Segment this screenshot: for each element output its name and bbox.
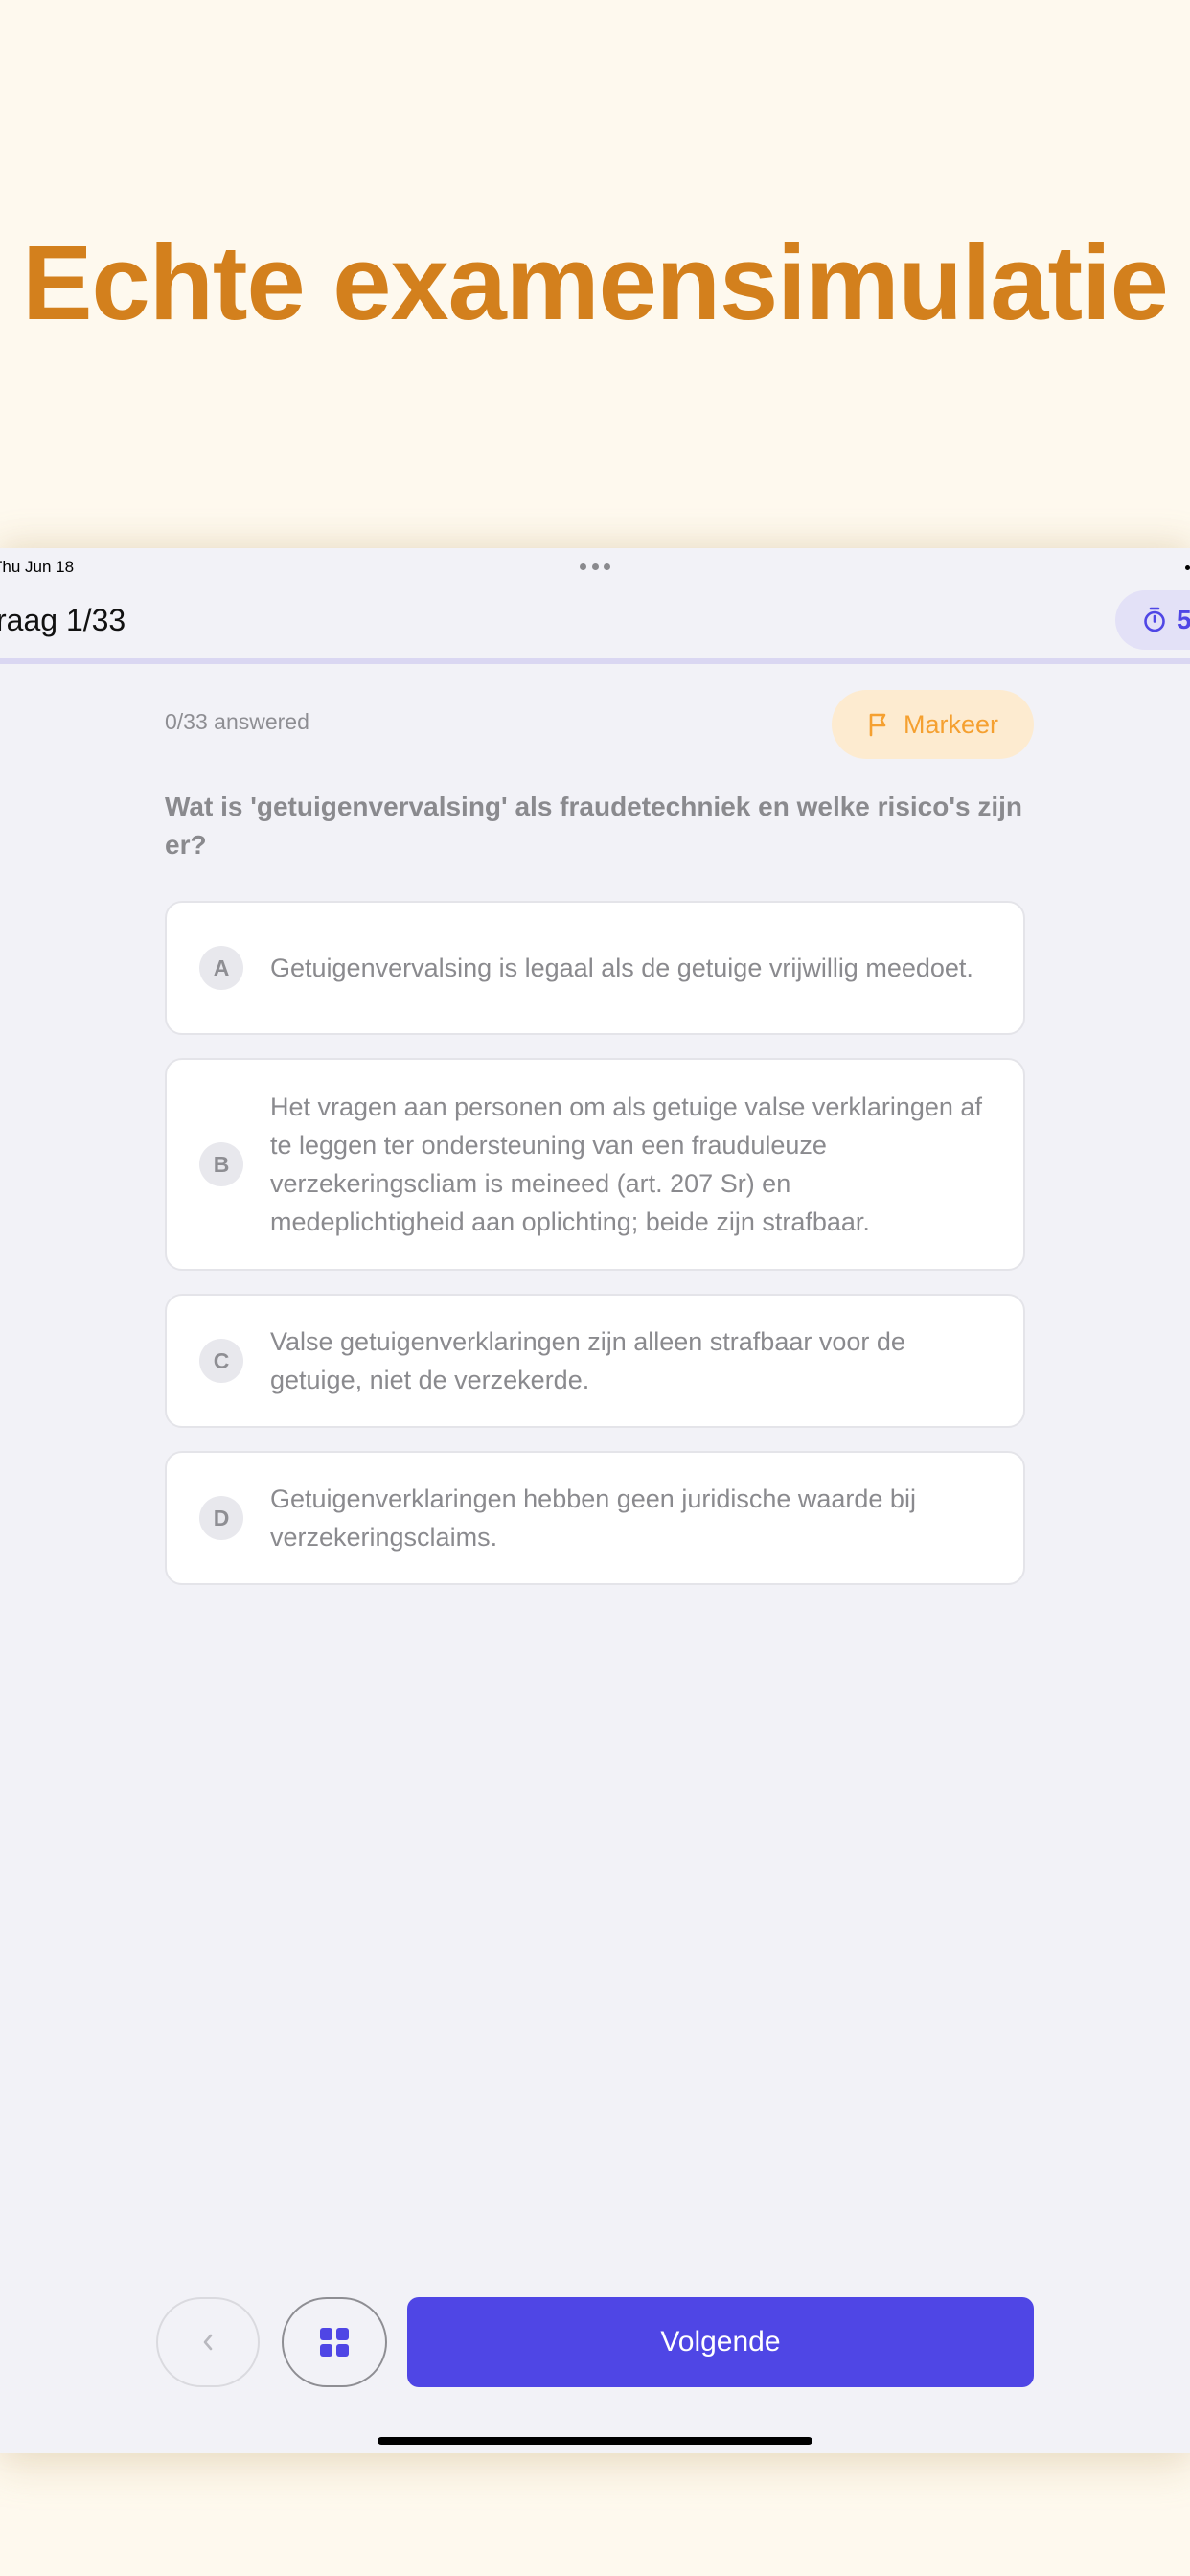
option-letter: C — [199, 1339, 243, 1383]
question-text: Wat is 'getuigenvervalsing' als fraudete… — [165, 792, 1023, 860]
option-text: Getuigenverklaringen hebben geen juridis… — [270, 1484, 916, 1552]
option-letter: A — [199, 946, 243, 990]
status-indicator — [1185, 565, 1190, 570]
chevron-left-icon — [203, 2334, 213, 2351]
answer-options: A Getuigenvervalsing is legaal als de ge… — [165, 901, 1025, 1608]
progress-bar — [0, 658, 1190, 664]
option-text: Het vragen aan personen om als getuige v… — [270, 1092, 982, 1236]
hero-title: Echte examensimulatie — [22, 224, 1169, 342]
next-button[interactable]: Volgende — [407, 2297, 1034, 2387]
flag-button[interactable]: Markeer — [832, 690, 1034, 759]
option-text: Valse getuigenverklaringen zijn alleen s… — [270, 1327, 905, 1394]
option-d[interactable]: D Getuigenverklaringen hebben geen jurid… — [165, 1451, 1025, 1585]
flag-label: Markeer — [903, 709, 999, 739]
stopwatch-icon — [1144, 607, 1165, 632]
device-screen: Thu Jun 18 raag 1/33 5 0/33 answered Mar… — [0, 548, 1190, 2453]
timer-value: 5 — [1177, 605, 1190, 634]
multitasking-dots-icon[interactable] — [580, 564, 610, 571]
question-overview-button[interactable] — [282, 2297, 387, 2387]
option-c[interactable]: C Valse getuigenverklaringen zijn alleen… — [165, 1294, 1025, 1428]
bottom-navigation: Volgende — [0, 2297, 1190, 2393]
timer-pill[interactable]: 5 — [1115, 590, 1190, 650]
answered-count: 0/33 answered — [165, 709, 309, 734]
option-a[interactable]: A Getuigenvervalsing is legaal als de ge… — [165, 901, 1025, 1035]
home-indicator[interactable] — [378, 2437, 812, 2445]
option-letter: D — [199, 1496, 243, 1540]
previous-button[interactable] — [156, 2297, 260, 2387]
option-b[interactable]: B Het vragen aan personen om als getuige… — [165, 1058, 1025, 1271]
status-time: Thu Jun 18 — [0, 558, 75, 576]
option-letter: B — [199, 1142, 243, 1186]
option-text: Getuigenvervalsing is legaal als de getu… — [270, 954, 973, 982]
flag-icon — [869, 713, 886, 737]
question-counter-title: raag 1/33 — [0, 603, 126, 637]
grid-icon — [320, 2328, 349, 2357]
